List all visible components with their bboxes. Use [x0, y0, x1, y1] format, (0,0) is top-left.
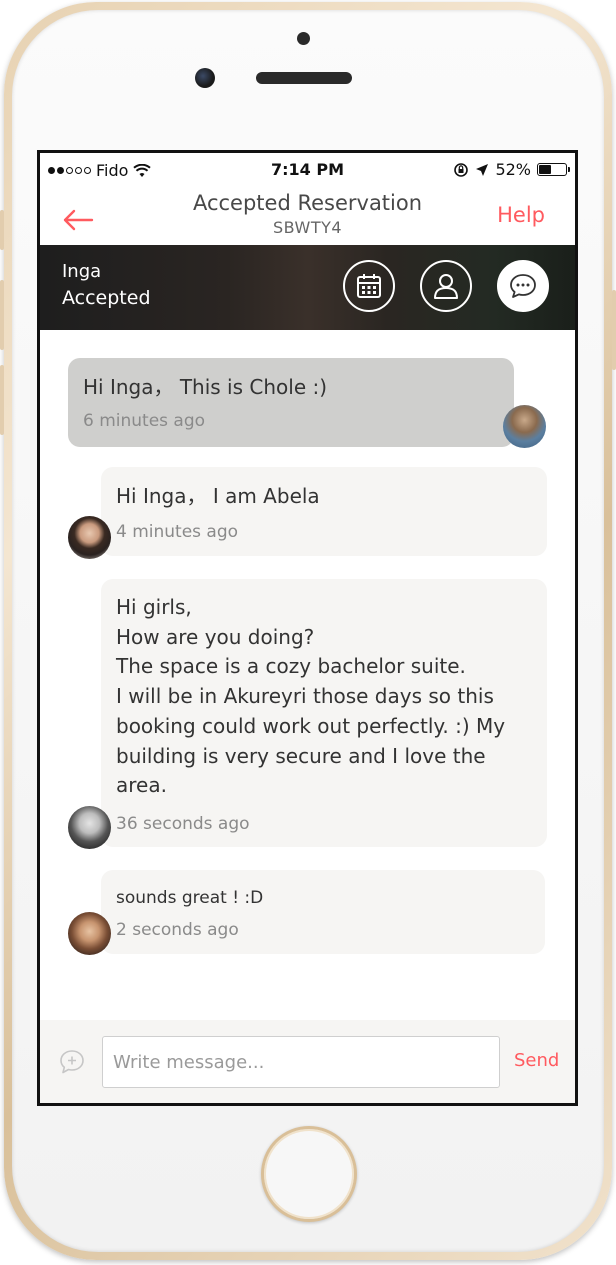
location-arrow-icon — [476, 163, 489, 176]
avatar-user[interactable] — [68, 806, 111, 849]
chat-bubble-icon — [510, 274, 536, 298]
battery-percent: 52% — [495, 160, 531, 179]
status-bar: Fido 7:14 PM 52% — [40, 153, 575, 189]
message-text: Hi Inga， I am Abela — [116, 484, 320, 508]
message-bubble: Hi Inga， I am Abela 4 minutes ago — [101, 467, 547, 556]
send-button[interactable]: Send — [514, 1050, 559, 1071]
reservation-banner: Inga Accepted — [40, 245, 575, 330]
volume-down-button — [0, 365, 4, 435]
message-bubble: Hi girls, How are you doing? The space i… — [101, 579, 547, 847]
reservation-code: SBWTY4 — [272, 218, 343, 237]
calendar-icon — [357, 274, 381, 298]
message-bubble: sounds great ! :D 2 seconds ago — [101, 870, 545, 954]
message-text: Hi girls, How are you doing? The space i… — [116, 595, 506, 798]
message-time: 36 seconds ago — [116, 814, 250, 834]
battery-fill — [539, 165, 551, 174]
avatar-inga[interactable] — [68, 912, 111, 955]
guest-name: Inga — [62, 261, 102, 282]
avatar-abela[interactable] — [68, 516, 111, 559]
calendar-button[interactable] — [343, 260, 395, 312]
home-button[interactable] — [261, 1126, 357, 1222]
orientation-lock-icon — [454, 162, 469, 177]
messages-button[interactable] — [497, 260, 549, 312]
person-icon — [434, 274, 458, 299]
profile-button[interactable] — [420, 260, 472, 312]
message-time: 6 minutes ago — [83, 411, 206, 431]
nav-header: Accepted Reservation SBWTY4 Help — [40, 189, 575, 245]
help-link[interactable]: Help — [497, 203, 545, 227]
battery-icon — [537, 163, 570, 176]
volume-up-button — [0, 280, 4, 350]
power-button — [612, 290, 616, 370]
status-right: 52% — [453, 160, 570, 179]
message-time: 4 minutes ago — [116, 522, 239, 542]
screen-bezel: Fido 7:14 PM 52% Accepted Reservation SB… — [37, 150, 578, 1106]
message-input[interactable] — [102, 1036, 500, 1088]
app-screen: Fido 7:14 PM 52% Accepted Reservation SB… — [40, 153, 575, 1103]
reservation-status: Accepted — [62, 287, 151, 309]
page-title: Accepted Reservation — [192, 191, 423, 215]
compose-bar: Send — [40, 1020, 575, 1103]
message-time: 2 seconds ago — [116, 920, 239, 940]
message-bubble-own: Hi Inga， This is Chole :) 6 minutes ago — [68, 358, 514, 447]
proximity-sensor — [297, 32, 310, 45]
message-text: sounds great ! :D — [116, 888, 264, 908]
add-comment-icon[interactable] — [58, 1048, 86, 1076]
message-text: Hi Inga， This is Chole :) — [83, 375, 328, 399]
silent-switch — [0, 210, 4, 250]
front-camera-icon — [195, 68, 215, 88]
avatar-chole[interactable] — [503, 405, 546, 448]
earpiece-speaker — [256, 72, 352, 84]
message-list[interactable]: Hi Inga， This is Chole :) 6 minutes ago … — [40, 330, 575, 1020]
